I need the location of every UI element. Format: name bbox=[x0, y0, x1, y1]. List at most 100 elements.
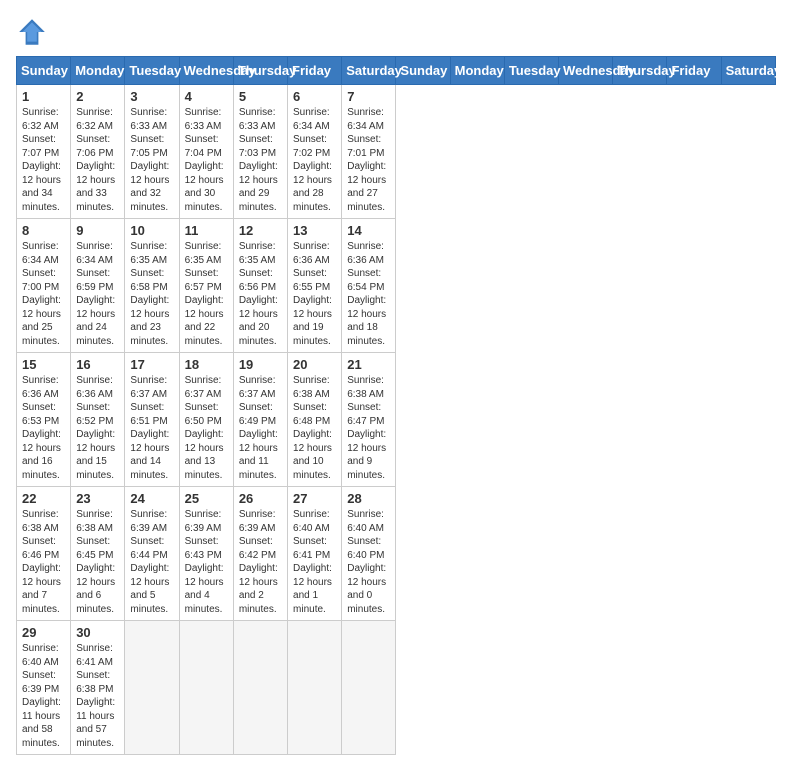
calendar-cell: 29 Sunrise: 6:40 AM Sunset: 6:39 PM Dayli… bbox=[17, 621, 71, 755]
day-number: 26 bbox=[239, 491, 282, 506]
day-number: 4 bbox=[185, 89, 228, 104]
calendar-header-row: SundayMondayTuesdayWednesdayThursdayFrid… bbox=[17, 57, 776, 85]
calendar-cell: 24 Sunrise: 6:39 AM Sunset: 6:44 PM Dayli… bbox=[125, 487, 179, 621]
calendar-cell: 5Sunrise: 6:33 AM Sunset: 7:03 PM Daylig… bbox=[233, 85, 287, 219]
cell-info: Sunrise: 6:35 AM Sunset: 6:57 PM Dayligh… bbox=[185, 240, 228, 348]
calendar-week-3: 15 Sunrise: 6:36 AM Sunset: 6:53 PM Dayli… bbox=[17, 353, 776, 487]
header-thursday: Thursday bbox=[233, 57, 287, 85]
day-number: 18 bbox=[185, 357, 228, 372]
calendar-cell bbox=[179, 621, 233, 755]
cell-info: Sunrise: 6:33 AM Sunset: 7:03 PM Dayligh… bbox=[239, 106, 282, 214]
calendar-cell bbox=[125, 621, 179, 755]
calendar-cell: 17 Sunrise: 6:37 AM Sunset: 6:51 PM Dayli… bbox=[125, 353, 179, 487]
cell-info: Sunrise: 6:34 AM Sunset: 6:59 PM Dayligh… bbox=[76, 240, 119, 348]
calendar-week-5: 29 Sunrise: 6:40 AM Sunset: 6:39 PM Dayli… bbox=[17, 621, 776, 755]
day-number: 24 bbox=[130, 491, 173, 506]
col-header-wednesday: Wednesday bbox=[559, 57, 613, 85]
col-header-monday: Monday bbox=[450, 57, 504, 85]
cell-info: Sunrise: 6:36 AM Sunset: 6:52 PM Dayligh… bbox=[76, 374, 119, 482]
calendar-cell bbox=[233, 621, 287, 755]
cell-info: Sunrise: 6:34 AM Sunset: 7:00 PM Dayligh… bbox=[22, 240, 65, 348]
day-number: 6 bbox=[293, 89, 336, 104]
calendar-cell: 4 Sunrise: 6:33 AM Sunset: 7:04 PM Daylig… bbox=[179, 85, 233, 219]
cell-info: Sunrise: 6:36 AM Sunset: 6:55 PM Dayligh… bbox=[293, 240, 336, 348]
day-number: 12 bbox=[239, 223, 282, 238]
calendar-cell: 1 Sunrise: 6:32 AM Sunset: 7:07 PM Daylig… bbox=[17, 85, 71, 219]
calendar-cell: 14Sunrise: 6:36 AM Sunset: 6:54 PM Dayli… bbox=[342, 219, 396, 353]
calendar-cell: 11Sunrise: 6:35 AM Sunset: 6:57 PM Dayli… bbox=[179, 219, 233, 353]
logo bbox=[16, 16, 52, 48]
calendar-week-1: 1 Sunrise: 6:32 AM Sunset: 7:07 PM Daylig… bbox=[17, 85, 776, 219]
cell-info: Sunrise: 6:40 AM Sunset: 6:39 PM Dayligh… bbox=[22, 642, 65, 750]
header-wednesday: Wednesday bbox=[179, 57, 233, 85]
day-number: 20 bbox=[293, 357, 336, 372]
day-number: 2 bbox=[76, 89, 119, 104]
day-number: 22 bbox=[22, 491, 65, 506]
col-header-friday: Friday bbox=[667, 57, 721, 85]
calendar-cell: 7 Sunrise: 6:34 AM Sunset: 7:01 PM Daylig… bbox=[342, 85, 396, 219]
calendar-cell: 6 Sunrise: 6:34 AM Sunset: 7:02 PM Daylig… bbox=[288, 85, 342, 219]
cell-info: Sunrise: 6:37 AM Sunset: 6:51 PM Dayligh… bbox=[130, 374, 173, 482]
day-number: 15 bbox=[22, 357, 65, 372]
col-header-tuesday: Tuesday bbox=[504, 57, 558, 85]
day-number: 27 bbox=[293, 491, 336, 506]
day-number: 1 bbox=[22, 89, 65, 104]
header-friday: Friday bbox=[288, 57, 342, 85]
cell-info: Sunrise: 6:37 AM Sunset: 6:49 PM Dayligh… bbox=[239, 374, 282, 482]
header-saturday: Saturday bbox=[342, 57, 396, 85]
day-number: 7 bbox=[347, 89, 390, 104]
cell-info: Sunrise: 6:40 AM Sunset: 6:40 PM Dayligh… bbox=[347, 508, 390, 616]
cell-info: Sunrise: 6:39 AM Sunset: 6:44 PM Dayligh… bbox=[130, 508, 173, 616]
calendar-cell: 2 Sunrise: 6:32 AM Sunset: 7:06 PM Daylig… bbox=[71, 85, 125, 219]
calendar-cell: 3 Sunrise: 6:33 AM Sunset: 7:05 PM Daylig… bbox=[125, 85, 179, 219]
cell-info: Sunrise: 6:35 AM Sunset: 6:58 PM Dayligh… bbox=[130, 240, 173, 348]
cell-info: Sunrise: 6:34 AM Sunset: 7:02 PM Dayligh… bbox=[293, 106, 336, 214]
day-number: 28 bbox=[347, 491, 390, 506]
cell-info: Sunrise: 6:37 AM Sunset: 6:50 PM Dayligh… bbox=[185, 374, 228, 482]
calendar-cell: 26 Sunrise: 6:39 AM Sunset: 6:42 PM Dayli… bbox=[233, 487, 287, 621]
cell-info: Sunrise: 6:34 AM Sunset: 7:01 PM Dayligh… bbox=[347, 106, 390, 214]
calendar-cell: 28 Sunrise: 6:40 AM Sunset: 6:40 PM Dayli… bbox=[342, 487, 396, 621]
day-number: 13 bbox=[293, 223, 336, 238]
header-sunday: Sunday bbox=[17, 57, 71, 85]
calendar-week-4: 22Sunrise: 6:38 AM Sunset: 6:46 PM Dayli… bbox=[17, 487, 776, 621]
cell-info: Sunrise: 6:36 AM Sunset: 6:53 PM Dayligh… bbox=[22, 374, 65, 482]
cell-info: Sunrise: 6:38 AM Sunset: 6:48 PM Dayligh… bbox=[293, 374, 336, 482]
cell-info: Sunrise: 6:32 AM Sunset: 7:07 PM Dayligh… bbox=[22, 106, 65, 214]
calendar-cell: 27 Sunrise: 6:40 AM Sunset: 6:41 PM Dayli… bbox=[288, 487, 342, 621]
cell-info: Sunrise: 6:32 AM Sunset: 7:06 PM Dayligh… bbox=[76, 106, 119, 214]
col-header-sunday: Sunday bbox=[396, 57, 450, 85]
col-header-thursday: Thursday bbox=[613, 57, 667, 85]
day-number: 29 bbox=[22, 625, 65, 640]
calendar-cell: 23 Sunrise: 6:38 AM Sunset: 6:45 PM Dayli… bbox=[71, 487, 125, 621]
calendar-cell: 30 Sunrise: 6:41 AM Sunset: 6:38 PM Dayli… bbox=[71, 621, 125, 755]
day-number: 19 bbox=[239, 357, 282, 372]
calendar-cell bbox=[288, 621, 342, 755]
calendar-week-2: 8Sunrise: 6:34 AM Sunset: 7:00 PM Daylig… bbox=[17, 219, 776, 353]
day-number: 21 bbox=[347, 357, 390, 372]
day-number: 10 bbox=[130, 223, 173, 238]
header-monday: Monday bbox=[71, 57, 125, 85]
calendar-cell: 15 Sunrise: 6:36 AM Sunset: 6:53 PM Dayli… bbox=[17, 353, 71, 487]
cell-info: Sunrise: 6:38 AM Sunset: 6:45 PM Dayligh… bbox=[76, 508, 119, 616]
day-number: 16 bbox=[76, 357, 119, 372]
cell-info: Sunrise: 6:40 AM Sunset: 6:41 PM Dayligh… bbox=[293, 508, 336, 616]
calendar-cell: 20 Sunrise: 6:38 AM Sunset: 6:48 PM Dayli… bbox=[288, 353, 342, 487]
calendar-cell: 8Sunrise: 6:34 AM Sunset: 7:00 PM Daylig… bbox=[17, 219, 71, 353]
calendar-cell: 18 Sunrise: 6:37 AM Sunset: 6:50 PM Dayli… bbox=[179, 353, 233, 487]
calendar-cell: 19 Sunrise: 6:37 AM Sunset: 6:49 PM Dayli… bbox=[233, 353, 287, 487]
day-number: 3 bbox=[130, 89, 173, 104]
header-tuesday: Tuesday bbox=[125, 57, 179, 85]
calendar-cell: 12Sunrise: 6:35 AM Sunset: 6:56 PM Dayli… bbox=[233, 219, 287, 353]
cell-info: Sunrise: 6:41 AM Sunset: 6:38 PM Dayligh… bbox=[76, 642, 119, 750]
cell-info: Sunrise: 6:33 AM Sunset: 7:04 PM Dayligh… bbox=[185, 106, 228, 214]
day-number: 23 bbox=[76, 491, 119, 506]
day-number: 17 bbox=[130, 357, 173, 372]
calendar-table: SundayMondayTuesdayWednesdayThursdayFrid… bbox=[16, 56, 776, 755]
cell-info: Sunrise: 6:39 AM Sunset: 6:42 PM Dayligh… bbox=[239, 508, 282, 616]
cell-info: Sunrise: 6:33 AM Sunset: 7:05 PM Dayligh… bbox=[130, 106, 173, 214]
day-number: 25 bbox=[185, 491, 228, 506]
day-number: 30 bbox=[76, 625, 119, 640]
cell-info: Sunrise: 6:36 AM Sunset: 6:54 PM Dayligh… bbox=[347, 240, 390, 348]
day-number: 9 bbox=[76, 223, 119, 238]
